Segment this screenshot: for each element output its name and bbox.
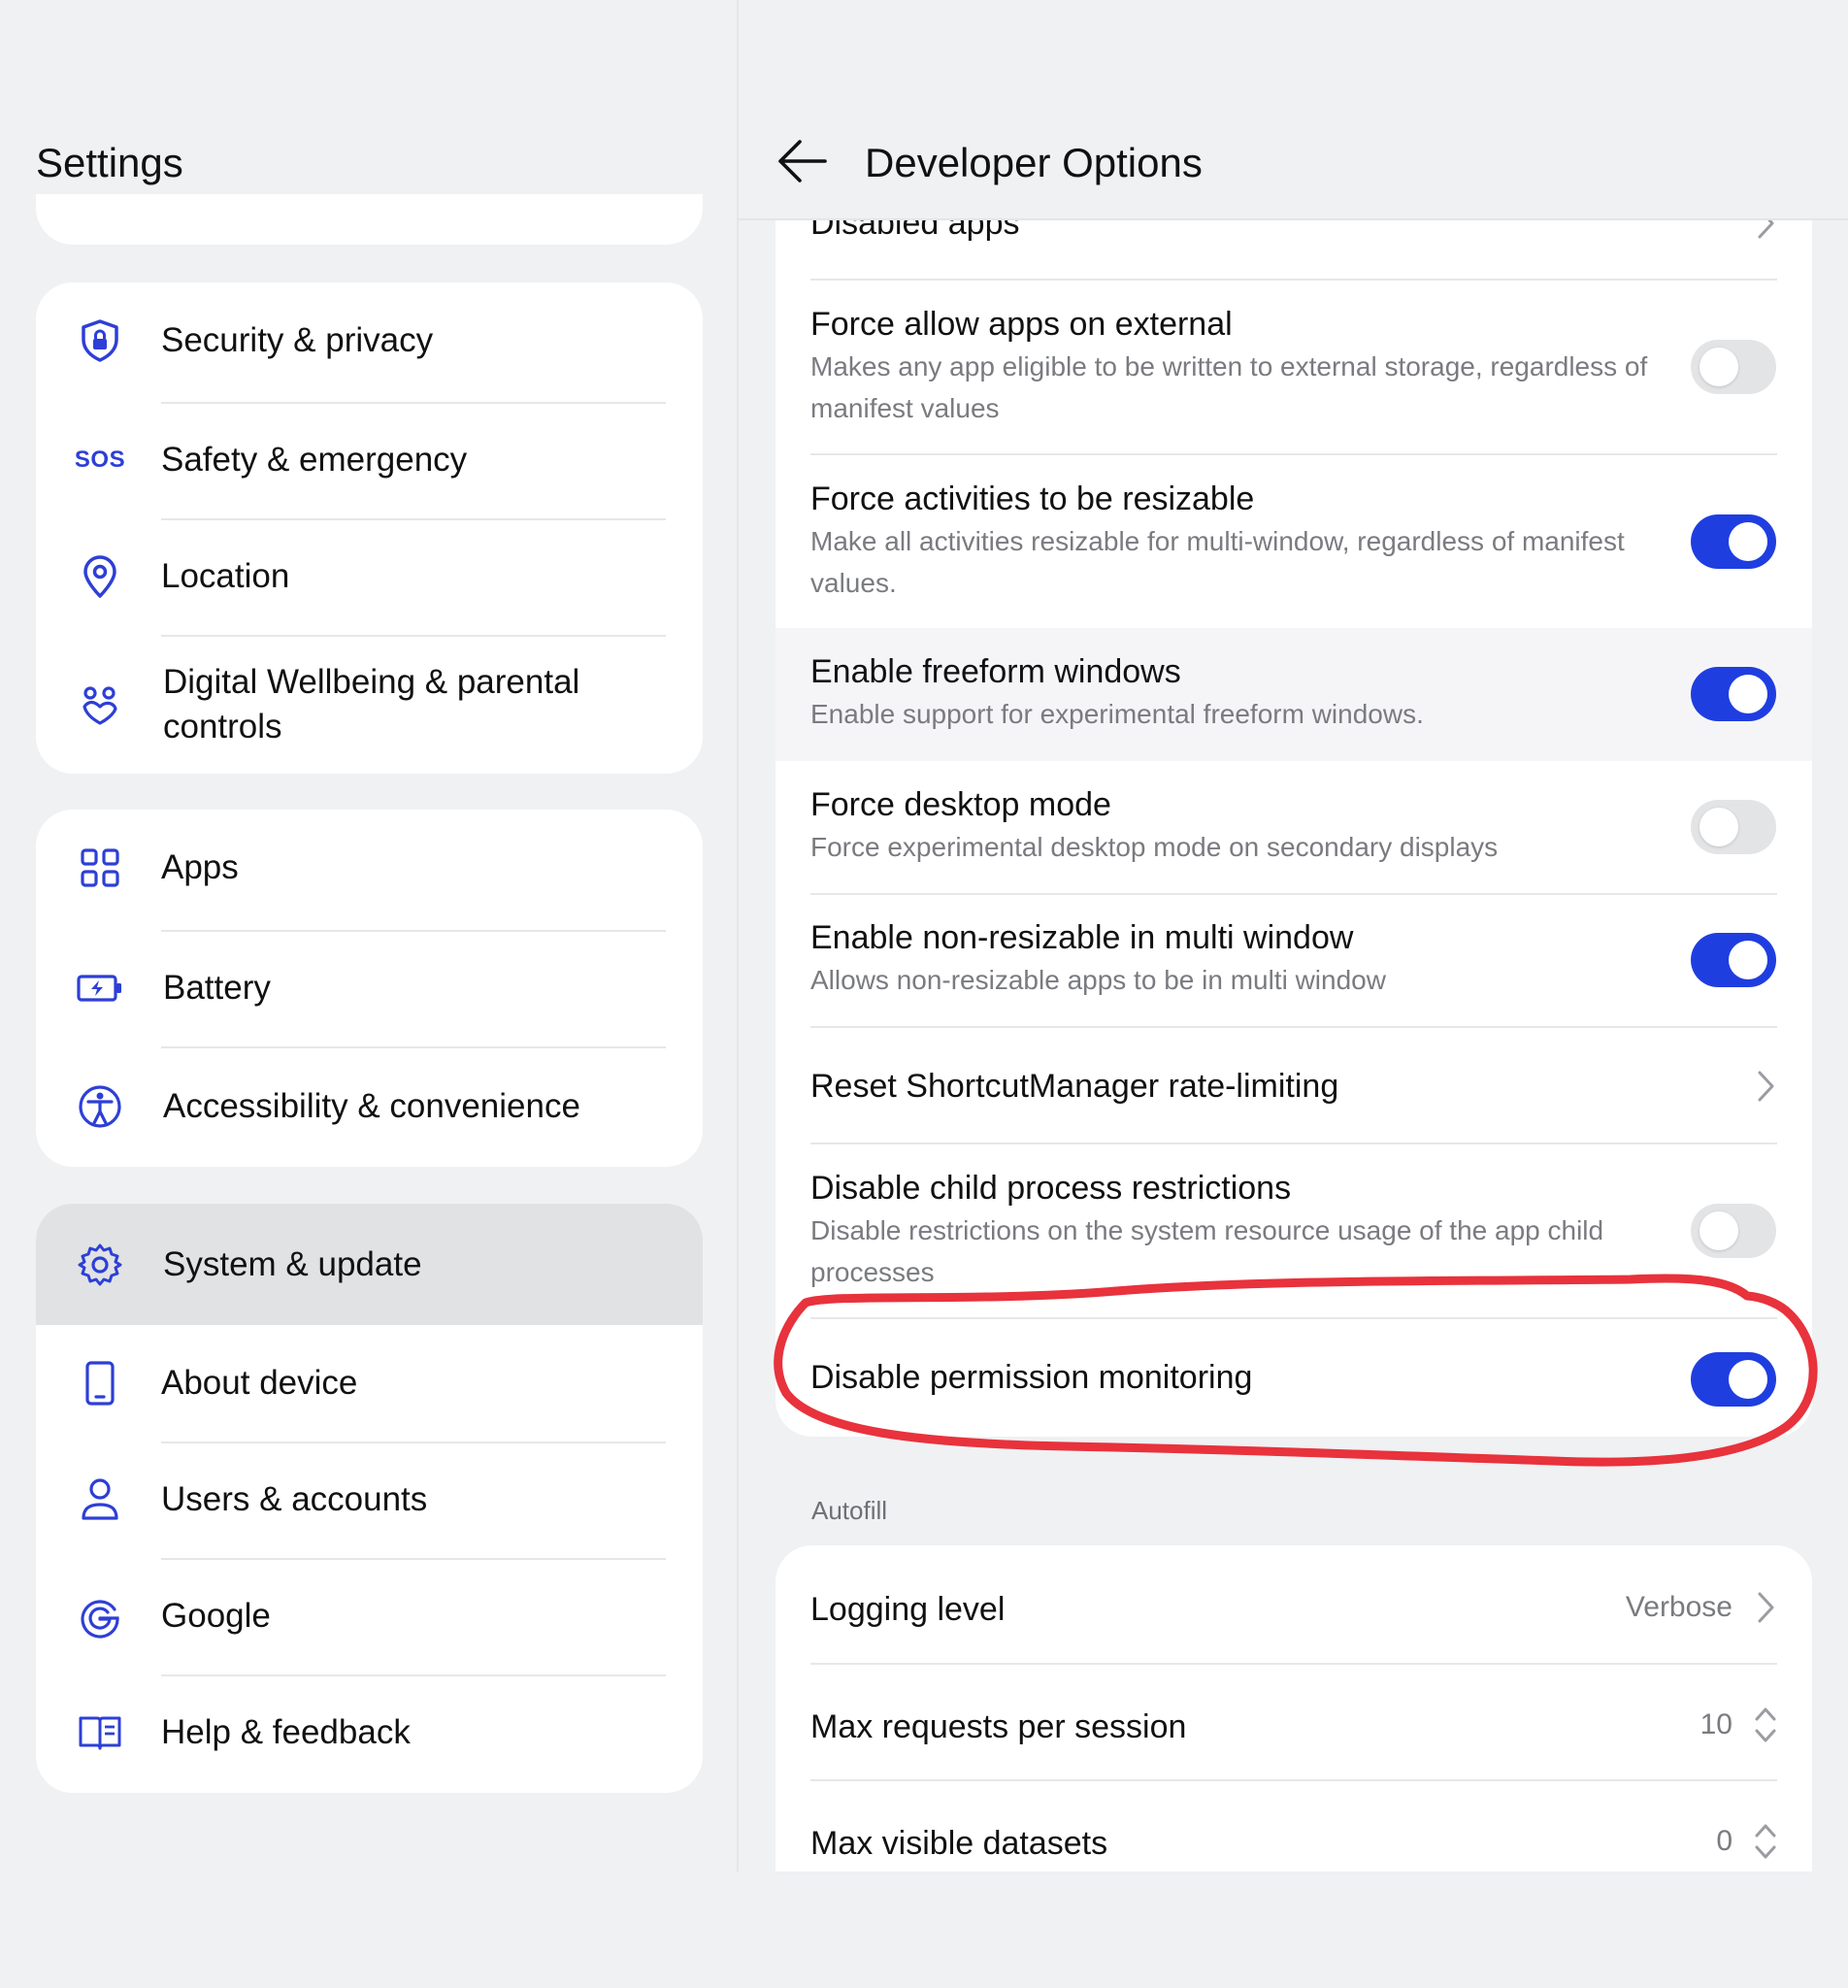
dev-row-subtitle: Enable support for experimental freeform… xyxy=(810,699,1424,729)
dev-row-title: Force desktop mode xyxy=(810,786,1111,823)
desktop-mode-toggle[interactable] xyxy=(1691,800,1776,854)
settings-item-accessibility[interactable]: Accessibility & convenience xyxy=(36,1046,703,1167)
autofill-row-logging-level[interactable]: Logging level Verbose xyxy=(776,1545,1812,1663)
dev-row-force-external[interactable]: Force allow apps on external Makes any a… xyxy=(776,281,1812,453)
autofill-row-title: Max visible datasets xyxy=(810,1825,1108,1862)
settings-title: Settings xyxy=(36,140,183,185)
chevron-right-icon xyxy=(1758,1592,1774,1623)
phone-icon xyxy=(77,1360,123,1407)
settings-item-users[interactable]: Users & accounts xyxy=(36,1441,703,1558)
chevron-right-icon xyxy=(1758,1071,1774,1102)
autofill-row-title: Max requests per session xyxy=(810,1708,1187,1745)
dev-row-subtitle: Force experimental desktop mode on secon… xyxy=(810,832,1499,862)
max-requests-value: 10 xyxy=(1700,1708,1732,1740)
autofill-card: Logging level Verbose Max requests per s… xyxy=(776,1545,1812,1872)
dev-row-reset-shortcut[interactable]: Reset ShortcutManager rate-limiting xyxy=(776,1028,1812,1143)
dev-row-freeform[interactable]: Enable freeform windows Enable support f… xyxy=(776,628,1812,761)
dev-row-title: Reset ShortcutManager rate-limiting xyxy=(810,1068,1339,1105)
dev-row-force-resizable[interactable]: Force activities to be resizable Make al… xyxy=(776,455,1812,628)
sos-icon: SOS xyxy=(74,447,126,473)
stepper-icon[interactable] xyxy=(1751,1702,1780,1748)
settings-item-apps[interactable]: Apps xyxy=(36,810,703,926)
force-resizable-toggle[interactable] xyxy=(1691,514,1776,569)
settings-item-about-device[interactable]: About device xyxy=(36,1325,703,1441)
page-title: Developer Options xyxy=(865,140,1203,185)
settings-item-google[interactable]: Google xyxy=(36,1558,703,1674)
dev-row-permission-monitoring[interactable]: Disable permission monitoring xyxy=(776,1319,1812,1437)
settings-item-label: Digital Wellbeing & parental controls xyxy=(163,662,580,746)
logging-level-value: Verbose xyxy=(1625,1591,1732,1623)
dev-row-title: Enable non-resizable in multi window xyxy=(810,919,1354,956)
wellbeing-icon xyxy=(77,681,123,728)
autofill-row-max-datasets[interactable]: Max visible datasets 0 xyxy=(776,1781,1812,1872)
non-resizable-toggle[interactable] xyxy=(1691,933,1776,987)
force-external-toggle[interactable] xyxy=(1691,340,1776,394)
settings-item-label: Battery xyxy=(163,969,271,1007)
settings-card-system: System & update About device Users & acc… xyxy=(36,1204,703,1793)
autofill-row-title: Logging level xyxy=(810,1591,1006,1628)
settings-item-label: Help & feedback xyxy=(161,1713,411,1751)
settings-item-battery[interactable]: Battery xyxy=(36,930,703,1046)
back-arrow-icon[interactable] xyxy=(773,134,831,188)
dev-row-subtitle: Makes any app eligible to be written to … xyxy=(810,351,1648,423)
shield-lock-icon xyxy=(77,317,123,364)
accessibility-icon xyxy=(77,1083,123,1130)
settings-item-label: System & update xyxy=(163,1244,422,1283)
section-label-autofill: Autofill xyxy=(811,1496,888,1525)
developer-options-card: Disabled apps Force allow apps on extern… xyxy=(776,146,1812,1437)
battery-icon xyxy=(77,965,123,1011)
dev-row-non-resizable[interactable]: Enable non-resizable in multi window All… xyxy=(776,895,1812,1026)
google-icon xyxy=(77,1593,123,1640)
apps-grid-icon xyxy=(77,845,123,891)
settings-item-security[interactable]: Security & privacy xyxy=(36,282,703,399)
dev-row-title: Disable permission monitoring xyxy=(810,1359,1253,1396)
settings-item-label: Security & privacy xyxy=(161,321,434,359)
settings-card-privacy: Security & privacy SOS Safety & emergenc… xyxy=(36,282,703,774)
permission-monitoring-toggle[interactable] xyxy=(1691,1352,1776,1407)
gear-icon xyxy=(77,1242,123,1288)
dev-row-desktop-mode[interactable]: Force desktop mode Force experimental de… xyxy=(776,761,1812,893)
user-icon xyxy=(77,1476,123,1523)
max-datasets-value: 0 xyxy=(1716,1825,1732,1857)
dev-row-title: Force activities to be resizable xyxy=(810,480,1255,517)
settings-item-safety[interactable]: SOS Safety & emergency xyxy=(36,402,703,518)
settings-card-apps: Apps Battery Accessibility & convenience xyxy=(36,810,703,1167)
settings-item-label: Location xyxy=(161,557,290,595)
dev-row-title: Disable child process restrictions xyxy=(810,1170,1292,1207)
settings-item-label: Accessibility & convenience xyxy=(163,1087,580,1125)
settings-item-label: About device xyxy=(161,1364,358,1402)
location-pin-icon xyxy=(77,553,123,600)
dev-row-subtitle: Make all activities resizable for multi-… xyxy=(810,526,1625,598)
dev-row-title: Force allow apps on external xyxy=(810,306,1233,343)
dev-row-title: Enable freeform windows xyxy=(810,653,1181,690)
settings-item-wellbeing[interactable]: Digital Wellbeing & parental controls xyxy=(36,635,703,774)
freeform-toggle[interactable] xyxy=(1691,667,1776,721)
header-divider xyxy=(739,218,1848,220)
dev-row-subtitle: Allows non-resizable apps to be in multi… xyxy=(810,965,1386,995)
dev-row-child-process[interactable]: Disable child process restrictions Disab… xyxy=(776,1144,1812,1317)
settings-card-partial xyxy=(36,194,703,245)
stepper-icon[interactable] xyxy=(1751,1818,1780,1865)
settings-item-help[interactable]: Help & feedback xyxy=(36,1674,703,1791)
pane-divider xyxy=(737,0,739,1872)
settings-item-location[interactable]: Location xyxy=(36,518,703,635)
settings-item-label: Apps xyxy=(161,848,239,886)
settings-item-label: Users & accounts xyxy=(161,1480,428,1518)
settings-item-label: Safety & emergency xyxy=(161,441,468,479)
dev-row-subtitle: Disable restrictions on the system resou… xyxy=(810,1215,1604,1287)
help-book-icon xyxy=(77,1709,123,1756)
settings-item-label: Google xyxy=(161,1597,271,1635)
child-process-toggle[interactable] xyxy=(1691,1204,1776,1258)
settings-item-system-update[interactable]: System & update xyxy=(36,1204,703,1325)
autofill-row-max-requests[interactable]: Max requests per session 10 xyxy=(776,1665,1812,1779)
